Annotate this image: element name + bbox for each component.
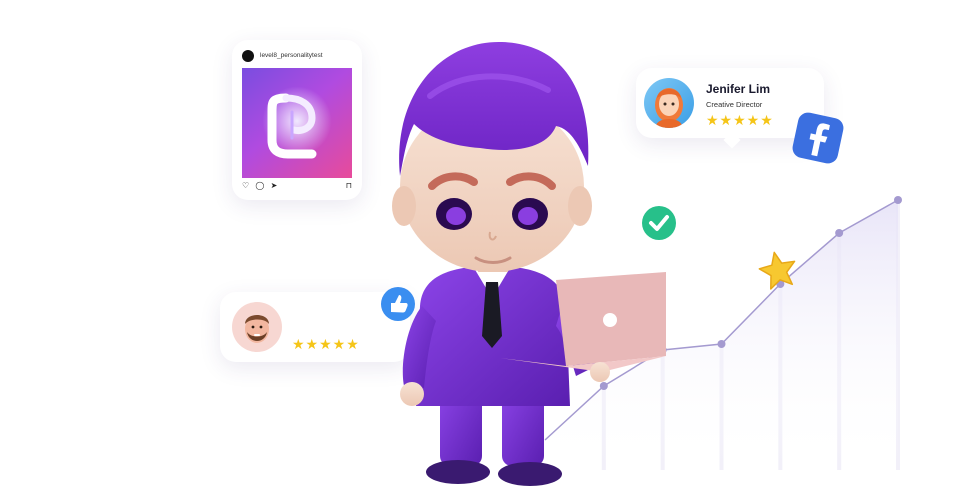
chart-point xyxy=(835,229,844,237)
instagram-username: level8_personalitytest xyxy=(260,52,323,59)
star-rating: ★★★★★ xyxy=(706,112,774,128)
heart-icon[interactable]: ♡ xyxy=(242,181,249,191)
brand-logo-icon xyxy=(267,93,317,159)
reviewer-avatar xyxy=(232,302,282,352)
instagram-post-card: level8_personalitytest ♡ ◯ ➤ ⊓ xyxy=(232,40,362,200)
post-image xyxy=(242,68,352,178)
share-icon[interactable]: ➤ xyxy=(271,181,278,191)
reviewer-name: Jenifer Lim xyxy=(706,82,771,96)
mascot-character xyxy=(392,41,666,486)
profile-avatar xyxy=(242,50,254,62)
facebook-icon xyxy=(792,112,844,164)
chart-point xyxy=(894,196,902,204)
comment-icon[interactable]: ◯ xyxy=(255,181,264,191)
reviewer-role: Creative Director xyxy=(706,100,763,109)
post-actions: ♡ ◯ ➤ ⊓ xyxy=(242,181,352,191)
star-icon xyxy=(758,251,796,290)
star-rating: ★★★★★ xyxy=(292,336,360,352)
bookmark-icon[interactable]: ⊓ xyxy=(346,181,352,191)
chart-point xyxy=(717,340,726,348)
